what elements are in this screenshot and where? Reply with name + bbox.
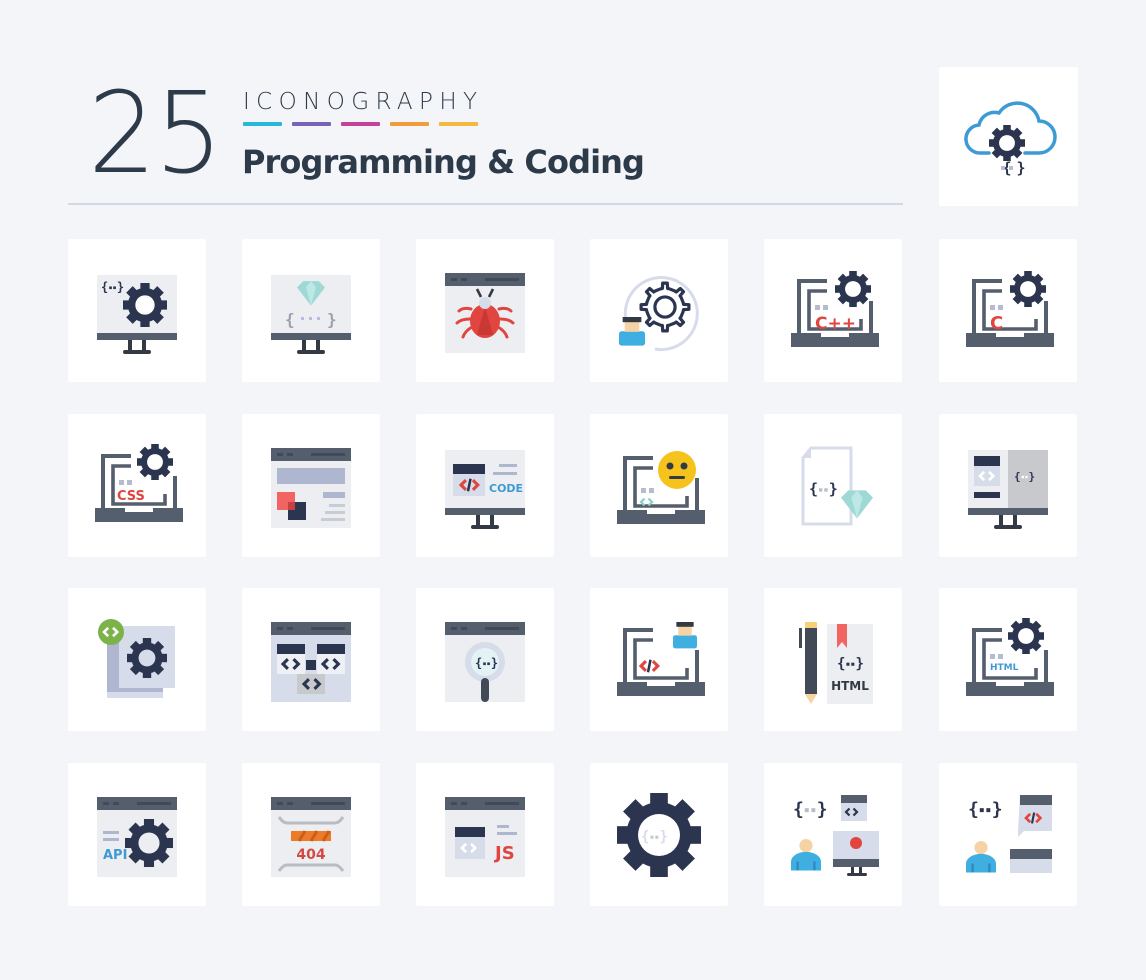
svg-text:{: { xyxy=(793,799,804,820)
browser-bug-icon xyxy=(445,272,525,353)
icon-card[interactable] xyxy=(242,414,380,557)
laptop-cpp-gear-icon: C++ xyxy=(791,270,879,347)
icon-card[interactable] xyxy=(590,414,728,557)
laptop-c-gear-icon: C xyxy=(966,270,1054,347)
svg-text:{: { xyxy=(1014,470,1021,483)
kicker-text: ICONOGRAPHY xyxy=(243,89,484,115)
icon-count: 25 xyxy=(88,69,223,199)
page-title: Programming & Coding xyxy=(242,143,645,181)
svg-text:{: { xyxy=(475,656,482,670)
laptop-css-gear-icon: CSS xyxy=(95,443,183,522)
icon-card[interactable] xyxy=(590,588,728,731)
svg-text:HTML: HTML xyxy=(990,663,1019,673)
accent-bar xyxy=(341,122,380,126)
svg-text:}: } xyxy=(855,656,863,672)
svg-text:{: { xyxy=(809,480,818,498)
browser-code-blocks-icon xyxy=(271,621,351,702)
svg-text:{: { xyxy=(837,656,845,672)
svg-text:}: } xyxy=(1016,159,1025,177)
monitor-diamond-code-icon: {} xyxy=(271,274,351,354)
icon-card[interactable]: API xyxy=(68,763,206,906)
person-monitor-record-icon: {} xyxy=(791,794,879,876)
icon-card[interactable]: CODE xyxy=(416,414,554,557)
svg-text:}: } xyxy=(1029,470,1036,483)
svg-text:C: C xyxy=(990,313,1003,334)
icon-card[interactable]: {} xyxy=(764,414,902,557)
accent-bar xyxy=(390,122,429,126)
browser-api-gear-icon: API xyxy=(97,796,177,877)
icon-card[interactable]: CSS xyxy=(68,414,206,557)
svg-text:{: { xyxy=(285,310,295,329)
laptop-html-gear-icon: HTML xyxy=(966,617,1054,696)
svg-text:{: { xyxy=(101,280,108,294)
svg-text:CSS: CSS xyxy=(117,489,145,504)
icon-card[interactable]: {} HTML xyxy=(764,588,902,731)
monitor-split-code-icon: {} xyxy=(968,449,1048,529)
svg-text:{: { xyxy=(641,829,649,845)
icon-card[interactable]: {} xyxy=(939,763,1077,906)
icon-card[interactable]: JS xyxy=(416,763,554,906)
svg-text:API: API xyxy=(103,848,127,863)
icon-card[interactable]: {} xyxy=(68,239,206,382)
svg-text:}: } xyxy=(829,480,838,498)
accent-bars xyxy=(243,122,478,126)
svg-text:}: } xyxy=(327,310,337,329)
svg-text:404: 404 xyxy=(296,847,325,863)
pages-gear-badge-icon xyxy=(98,618,175,698)
icon-card[interactable]: {} xyxy=(590,763,728,906)
svg-text:JS: JS xyxy=(493,843,515,864)
svg-text:HTML: HTML xyxy=(831,679,869,693)
icon-card[interactable] xyxy=(68,588,206,731)
icon-card[interactable]: HTML xyxy=(939,588,1077,731)
icon-card[interactable] xyxy=(590,239,728,382)
divider xyxy=(68,203,903,205)
browser-search-code-icon: {} xyxy=(445,621,525,702)
accent-bar xyxy=(439,122,478,126)
icon-card[interactable]: {} xyxy=(416,588,554,731)
svg-text:}: } xyxy=(491,656,498,670)
gear-code-icon: {} xyxy=(617,792,701,877)
svg-text:{: { xyxy=(968,799,979,820)
icon-card[interactable]: {} xyxy=(242,239,380,382)
icon-card[interactable]: {} xyxy=(764,763,902,906)
featured-icon-card[interactable]: { } xyxy=(939,67,1078,206)
person-chat-code-icon: {} xyxy=(966,794,1052,873)
svg-text:CODE: CODE xyxy=(489,482,523,495)
monitor-gear-code-icon: {} xyxy=(97,274,177,354)
monitor-code-icon: CODE xyxy=(445,449,525,529)
svg-text:}: } xyxy=(992,799,1003,820)
laptop-developer-icon xyxy=(617,621,705,696)
icon-card[interactable]: C++ xyxy=(764,239,902,382)
browser-js-icon: JS xyxy=(445,796,525,877)
icon-card[interactable]: 404 xyxy=(242,763,380,906)
svg-text:}: } xyxy=(817,799,828,820)
file-diamond-code-icon: {} xyxy=(801,446,873,525)
icon-card[interactable]: {} xyxy=(939,414,1077,557)
accent-bar xyxy=(243,122,282,126)
svg-text:C++: C++ xyxy=(815,314,856,334)
svg-text:}: } xyxy=(659,829,667,845)
svg-text:}: } xyxy=(117,280,124,294)
laptop-emoji-icon xyxy=(617,450,705,524)
icon-card[interactable] xyxy=(242,588,380,731)
icon-card[interactable]: C xyxy=(939,239,1077,382)
browser-layout-icon xyxy=(271,447,351,528)
pen-html-book-icon: {} HTML xyxy=(799,621,873,704)
browser-404-icon: 404 xyxy=(271,796,351,877)
accent-bar xyxy=(292,122,331,126)
icon-card[interactable] xyxy=(416,239,554,382)
person-gear-icon xyxy=(619,275,699,351)
cloud-gear-code-icon: { } xyxy=(963,100,1057,177)
